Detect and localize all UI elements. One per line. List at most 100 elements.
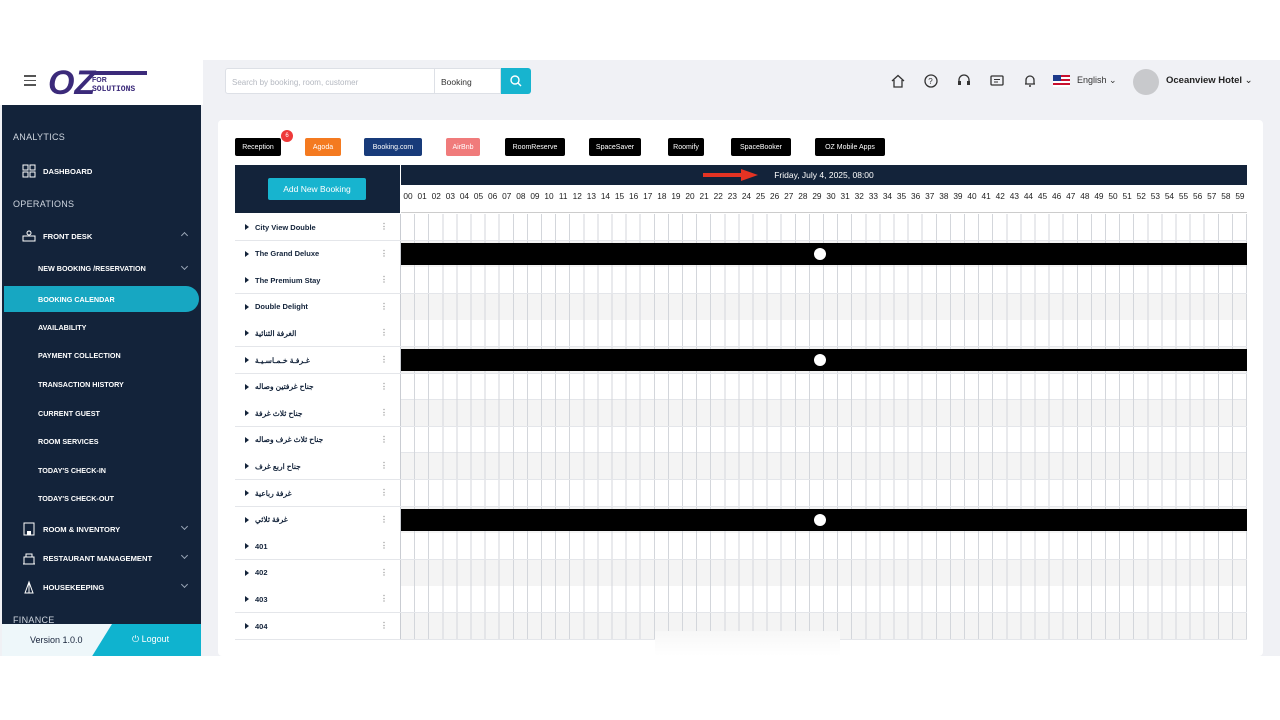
channel-airbnb[interactable]: AirBnb [446, 138, 480, 156]
room-label[interactable]: غرفة رباعية ⋮ [235, 480, 401, 506]
expand-caret-icon[interactable] [245, 569, 249, 576]
room-label[interactable]: The Premium Stay ⋮ [235, 267, 401, 294]
room-label[interactable]: جناح غرفتين وصاله ⋮ [235, 373, 401, 400]
more-options-icon[interactable]: ⋮ [380, 249, 388, 258]
search-type-select[interactable]: Booking [435, 68, 501, 94]
more-options-icon[interactable]: ⋮ [380, 568, 388, 577]
timeline-grid[interactable] [401, 373, 1247, 400]
room-label[interactable]: 404 ⋮ [235, 613, 401, 639]
channel-booking-com[interactable]: Booking.com [364, 138, 422, 156]
timeline-grid[interactable] [401, 320, 1247, 347]
messages-icon[interactable] [989, 73, 1005, 89]
support-icon[interactable] [956, 73, 972, 89]
blocked-bar[interactable] [401, 349, 1247, 371]
expand-caret-icon[interactable] [245, 410, 249, 417]
add-new-booking-button[interactable]: Add New Booking [268, 178, 366, 200]
hotel-account-menu[interactable]: Oceanview Hotel ⌄ [1166, 75, 1253, 86]
sidebar-subitem-todays-check-in[interactable]: TODAY'S CHECK-IN [2, 458, 201, 482]
more-options-icon[interactable]: ⋮ [380, 222, 388, 231]
room-label[interactable]: جناح ثلاث غرفة ⋮ [235, 400, 401, 427]
timeline-grid[interactable] [401, 453, 1247, 480]
home-icon[interactable] [890, 73, 906, 89]
expand-caret-icon[interactable] [245, 277, 249, 284]
expand-caret-icon[interactable] [245, 463, 249, 470]
sidebar-subitem-current-guest[interactable]: CURRENT GUEST [2, 401, 201, 425]
channel-agoda[interactable]: Agoda [305, 138, 341, 156]
expand-caret-icon[interactable] [245, 490, 249, 496]
expand-caret-icon[interactable] [245, 436, 249, 443]
expand-caret-icon[interactable] [245, 596, 249, 603]
sidebar-subitem-payment-collection[interactable]: PAYMENT COLLECTION [2, 343, 201, 367]
language-selector[interactable]: English ⌄ [1077, 75, 1117, 86]
sidebar-item-front-desk[interactable]: FRONT DESK [2, 223, 201, 249]
expand-caret-icon[interactable] [245, 623, 249, 629]
search-input[interactable]: Search by booking, room, customer [225, 68, 435, 94]
sidebar-subitem-availability[interactable]: AVAILABILITY [2, 315, 201, 339]
more-options-icon[interactable]: ⋮ [380, 461, 388, 470]
more-options-icon[interactable]: ⋮ [380, 302, 388, 311]
timeline-grid[interactable] [401, 480, 1247, 506]
room-label[interactable]: 401 ⋮ [235, 533, 401, 560]
blocked-bar[interactable] [401, 508, 1247, 531]
expand-caret-icon[interactable] [245, 516, 249, 523]
room-label[interactable]: 403 ⋮ [235, 586, 401, 613]
timeline-grid[interactable] [401, 400, 1247, 427]
channel-roomify[interactable]: Roomify [668, 138, 704, 156]
expand-caret-icon[interactable] [245, 224, 249, 230]
avatar[interactable] [1133, 69, 1159, 95]
channel-roomreserve[interactable]: RoomReserve [505, 138, 565, 156]
sidebar-item-housekeeping[interactable]: HOUSEKEEPING [2, 574, 201, 600]
channel-reception[interactable]: Reception [235, 138, 281, 156]
timeline-grid[interactable] [401, 533, 1247, 560]
search-button[interactable] [501, 68, 531, 94]
expand-caret-icon[interactable] [245, 383, 249, 390]
timeline-grid[interactable] [401, 559, 1247, 586]
room-label[interactable]: Double Delight ⋮ [235, 293, 401, 320]
sidebar-item-room-inventory[interactable]: ROOM & INVENTORY [2, 516, 201, 542]
sidebar-subitem-room-services[interactable]: ROOM SERVICES [2, 429, 201, 453]
more-options-icon[interactable]: ⋮ [380, 594, 388, 603]
more-options-icon[interactable]: ⋮ [380, 515, 388, 524]
more-options-icon[interactable]: ⋮ [380, 408, 388, 417]
expand-caret-icon[interactable] [245, 250, 249, 257]
more-options-icon[interactable]: ⋮ [380, 621, 388, 630]
help-icon[interactable]: ? [923, 73, 939, 89]
channel-spacesaver[interactable]: SpaceSaver [589, 138, 641, 156]
sidebar-subitem-transaction-history[interactable]: TRANSACTION HISTORY [2, 372, 201, 396]
room-label[interactable]: جناح اربع غرف ⋮ [235, 453, 401, 480]
timeline-grid[interactable] [401, 586, 1247, 613]
room-label[interactable]: City View Double ⋮ [235, 214, 401, 240]
more-options-icon[interactable]: ⋮ [380, 435, 388, 444]
expand-caret-icon[interactable] [245, 357, 249, 363]
sidebar-subitem-booking-calendar[interactable]: BOOKING CALENDAR [4, 286, 199, 312]
channel-spacebooker[interactable]: SpaceBooker [731, 138, 791, 156]
room-label[interactable]: The Grand Deluxe ⋮ [235, 240, 401, 267]
room-label[interactable]: 402 ⋮ [235, 559, 401, 586]
timeline-grid[interactable] [401, 267, 1247, 294]
timeline-grid[interactable] [401, 293, 1247, 320]
more-options-icon[interactable]: ⋮ [380, 488, 388, 497]
timeline-grid[interactable] [401, 214, 1247, 240]
more-options-icon[interactable]: ⋮ [380, 275, 388, 284]
room-label[interactable]: جناح ثلاث غرف وصاله ⋮ [235, 426, 401, 453]
more-options-icon[interactable]: ⋮ [380, 355, 388, 364]
sidebar-subitem-todays-check-out[interactable]: TODAY'S CHECK-OUT [2, 486, 201, 510]
expand-caret-icon[interactable] [245, 303, 249, 310]
room-label[interactable]: غرفة ثلاثي ⋮ [235, 506, 401, 533]
sidebar-item-restaurant[interactable]: RESTAURANT MANAGEMENT [2, 545, 201, 571]
sidebar-item-dashboard[interactable]: DASHBOARD [2, 158, 201, 184]
channel-oz-mobile-apps[interactable]: OZ Mobile Apps [815, 138, 885, 156]
more-options-icon[interactable]: ⋮ [380, 328, 388, 337]
timeline-grid[interactable] [401, 426, 1247, 453]
sidebar-subitem-new-booking[interactable]: NEW BOOKING /RESERVATION [2, 256, 201, 280]
notifications-bell-icon[interactable] [1022, 73, 1038, 89]
expand-caret-icon[interactable] [245, 543, 249, 550]
more-options-icon[interactable]: ⋮ [380, 541, 388, 550]
more-options-icon[interactable]: ⋮ [380, 382, 388, 391]
menu-toggle-icon[interactable] [24, 75, 36, 87]
room-label[interactable]: غـرفـة خـمـاسـيـة ⋮ [235, 347, 401, 373]
logout-button[interactable]: ⏻ Logout [132, 634, 169, 645]
blocked-bar[interactable] [401, 242, 1247, 265]
expand-caret-icon[interactable] [245, 330, 249, 337]
room-label[interactable]: الغرفة الثنائية ⋮ [235, 320, 401, 347]
